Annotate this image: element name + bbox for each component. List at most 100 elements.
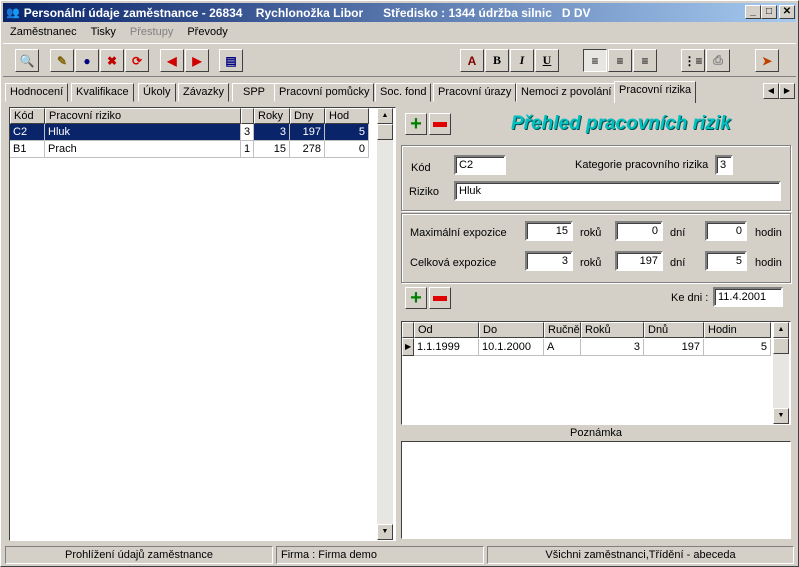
previous-button[interactable]: ◀: [160, 49, 184, 72]
arrow-right-icon: ▶: [192, 53, 202, 68]
table-row-cell[interactable]: 197: [290, 124, 325, 141]
table-row-cell[interactable]: 1: [241, 141, 254, 158]
plus-icon: +: [410, 287, 422, 309]
table-row-cell[interactable]: 1.1.1999: [414, 339, 479, 356]
refresh-button[interactable]: ⟳: [125, 49, 149, 72]
next-button[interactable]: ▶: [185, 49, 209, 72]
col-header-roku[interactable]: Roků: [581, 322, 644, 338]
col-header-kod[interactable]: Kód: [10, 108, 45, 124]
col-header-kategorie[interactable]: [241, 108, 254, 124]
col-header-hod[interactable]: Hod: [325, 108, 369, 124]
font-icon: A: [467, 53, 477, 68]
align-right-icon: ≡: [641, 53, 649, 68]
kod-field[interactable]: C2: [454, 155, 506, 175]
add-risk-button[interactable]: +: [405, 113, 427, 135]
celk-dni-field[interactable]: 197: [615, 251, 663, 271]
risk-table-scrollbar[interactable]: ▲ ▼: [377, 108, 393, 540]
list-button[interactable]: ⋮≡: [681, 49, 705, 72]
scroll-thumb[interactable]: [773, 338, 789, 354]
document-icon: ▤: [225, 53, 237, 68]
max-dni-field[interactable]: 0: [615, 221, 663, 241]
col-header-dny[interactable]: Dny: [290, 108, 325, 124]
col-header-do[interactable]: Do: [479, 322, 544, 338]
scroll-down-button[interactable]: ▼: [773, 408, 789, 424]
document-button[interactable]: ▤: [219, 49, 243, 72]
celk-hodin-field[interactable]: 5: [705, 251, 747, 271]
table-row-cell[interactable]: 5: [325, 124, 369, 141]
max-hodin-field[interactable]: 0: [705, 221, 747, 241]
search-button[interactable]: 🔍: [15, 49, 39, 72]
col-header-hodin[interactable]: Hodin: [704, 322, 771, 338]
riziko-field[interactable]: Hluk: [454, 181, 781, 201]
risk-table: Kód Pracovní riziko Roky Dny Hod C2 Hluk…: [9, 107, 396, 541]
col-header-roky[interactable]: Roky: [254, 108, 290, 124]
col-header-dnu[interactable]: Dnů: [644, 322, 704, 338]
col-header-od[interactable]: Od: [414, 322, 479, 338]
tab-pracovni-rizika[interactable]: Pracovní rizika: [614, 81, 697, 103]
plus-icon: +: [410, 113, 422, 135]
menu-prestupy[interactable]: Přestupy: [123, 26, 180, 38]
align-center-button[interactable]: ≡: [608, 49, 632, 72]
table-row-cell[interactable]: 0: [325, 141, 369, 158]
remove-exposure-button[interactable]: [429, 287, 451, 309]
scroll-up-button[interactable]: ▲: [773, 322, 789, 338]
table-row-cell[interactable]: 3: [581, 339, 644, 356]
tab-spp[interactable]: SPP: [232, 83, 277, 102]
add-exposure-button[interactable]: +: [405, 287, 427, 309]
kategorie-field[interactable]: 3: [715, 155, 733, 175]
menu-zamestnanec[interactable]: Zaměstnanec: [3, 26, 84, 38]
tab-pracovni-pomucky[interactable]: Pracovní pomůcky: [274, 83, 375, 102]
table-row-cell[interactable]: Prach: [45, 141, 241, 158]
underline-button[interactable]: U: [535, 49, 559, 72]
tab-zavazky[interactable]: Závazky: [178, 83, 229, 102]
tab-nemoci-z-povolani[interactable]: Nemoci z povolání: [516, 83, 617, 102]
table-row-cell[interactable]: 3: [254, 124, 290, 141]
table-row-cell[interactable]: Hluk: [45, 124, 241, 141]
remove-risk-button[interactable]: [429, 113, 451, 135]
scroll-down-button[interactable]: ▼: [377, 524, 393, 540]
exposure-table-scrollbar[interactable]: ▲ ▼: [773, 322, 789, 424]
status-bar: Prohlížení údajů zaměstnance Firma : Fir…: [3, 546, 796, 564]
table-row-cell[interactable]: 15: [254, 141, 290, 158]
table-row-cell[interactable]: 10.1.2000: [479, 339, 544, 356]
align-right-button[interactable]: ≡: [633, 49, 657, 72]
exit-button[interactable]: ➤: [755, 49, 779, 72]
menu-prevody[interactable]: Převody: [180, 26, 234, 38]
edit-person-button[interactable]: ✎: [50, 49, 74, 72]
table-row-cell[interactable]: 197: [644, 339, 704, 356]
minus-icon: [433, 121, 447, 127]
col-header-pracovni-riziko[interactable]: Pracovní riziko: [45, 108, 241, 124]
max-roky-field[interactable]: 15: [525, 221, 573, 241]
person-button[interactable]: ●: [75, 49, 99, 72]
minimize-button[interactable]: _: [745, 5, 761, 19]
table-row-cell[interactable]: B1: [10, 141, 45, 158]
current-row-indicator: ▶: [402, 338, 414, 356]
tab-scroll-right[interactable]: ▶: [779, 83, 795, 99]
delete-person-button[interactable]: ✖: [100, 49, 124, 72]
tab-pracovni-urazy[interactable]: Pracovní úrazy: [433, 83, 517, 102]
table-row-cell[interactable]: 278: [290, 141, 325, 158]
tab-kvalifikace[interactable]: Kvalifikace: [71, 83, 134, 102]
celk-roky-field[interactable]: 3: [525, 251, 573, 271]
align-left-button[interactable]: ≡: [583, 49, 607, 72]
close-button[interactable]: ✕: [779, 5, 795, 19]
tab-soc-fond[interactable]: Soc. fond: [375, 83, 432, 102]
print-button[interactable]: ⎙: [706, 49, 730, 72]
ke-dni-field[interactable]: 11.4.2001: [713, 287, 783, 307]
table-row-cell[interactable]: A: [544, 339, 581, 356]
tab-scroll-left[interactable]: ◀: [763, 83, 779, 99]
table-row-cell[interactable]: C2: [10, 124, 45, 141]
italic-button[interactable]: I: [510, 49, 534, 72]
scroll-thumb[interactable]: [377, 124, 393, 140]
bold-button[interactable]: B: [485, 49, 509, 72]
table-row-cell[interactable]: 3: [241, 124, 254, 141]
maximize-button[interactable]: □: [761, 5, 777, 19]
note-textarea[interactable]: [401, 441, 791, 539]
tab-hodnoceni[interactable]: Hodnocení: [5, 83, 69, 102]
menu-tisky[interactable]: Tisky: [84, 26, 123, 38]
scroll-up-button[interactable]: ▲: [377, 108, 393, 124]
font-button[interactable]: A: [460, 49, 484, 72]
table-row-cell[interactable]: 5: [704, 339, 771, 356]
tab-ukoly[interactable]: Úkoly: [138, 83, 176, 102]
col-header-rucne[interactable]: Ručně: [544, 322, 581, 338]
